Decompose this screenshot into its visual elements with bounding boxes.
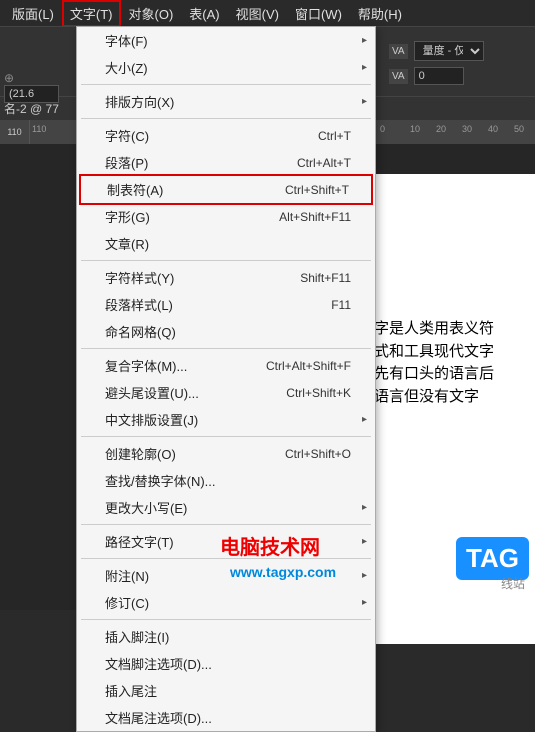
watermark: 电脑技术网 www.tagxp.com [220,531,336,580]
text-line: 式和工具现代文字 [374,341,531,364]
menu-help[interactable]: 帮助(H) [350,0,410,27]
menu-direction[interactable]: 排版方向(X) [77,88,375,115]
menu-kinsoku[interactable]: 避头尾设置(U)...Ctrl+Shift+K [77,379,375,406]
menu-separator [81,118,371,119]
menu-separator [81,260,371,261]
ruler-corner: 110 [0,120,30,144]
menu-glyphs[interactable]: 字形(G)Alt+Shift+F11 [77,203,375,230]
menu-change-case[interactable]: 更改大小写(E) [77,494,375,521]
dimension-input[interactable] [4,85,59,103]
menu-doc-footnote-options[interactable]: 文档脚注选项(D)... [77,650,375,677]
text-menu-dropdown: 字体(F) 大小(Z) 排版方向(X) 字符(C)Ctrl+T 段落(P)Ctr… [76,26,376,732]
measure-select[interactable]: 量度 - 仅 [414,41,484,61]
menu-view[interactable]: 视图(V) [228,0,287,27]
menu-track-changes[interactable]: 修订(C) [77,589,375,616]
menu-object[interactable]: 对象(O) [121,0,182,27]
tag-sub: 线站 [501,575,525,592]
menu-char-styles[interactable]: 字符样式(Y)Shift+F11 [77,264,375,291]
menu-separator [81,348,371,349]
va-icon-1: VA [389,44,408,59]
menu-doc-endnote-options[interactable]: 文档尾注选项(D)... [77,704,375,731]
menu-separator [81,436,371,437]
menu-text[interactable]: 文字(T) [62,0,121,27]
menu-insert-endnote[interactable]: 插入尾注 [77,677,375,704]
menu-table[interactable]: 表(A) [181,0,227,27]
menu-character[interactable]: 字符(C)Ctrl+T [77,122,375,149]
menu-separator [81,619,371,620]
offset-input[interactable] [414,67,464,85]
menu-cjk-layout[interactable]: 中文排版设置(J) [77,406,375,433]
menu-separator [81,524,371,525]
menubar: 版面(L) 文字(T) 对象(O) 表(A) 视图(V) 窗口(W) 帮助(H) [0,0,535,26]
menu-named-grid[interactable]: 命名网格(Q) [77,318,375,345]
menu-para-styles[interactable]: 段落样式(L)F11 [77,291,375,318]
toolbar-left-input[interactable]: ⊕ [4,71,70,103]
menu-size[interactable]: 大小(Z) [77,54,375,81]
va-icon-2: VA [389,69,408,84]
menu-story[interactable]: 文章(R) [77,230,375,257]
menu-font[interactable]: 字体(F) [77,27,375,54]
menu-tabs[interactable]: 制表符(A)Ctrl+Shift+T [79,174,373,205]
text-line: 先有口头的语言后 [374,363,531,386]
menu-layout[interactable]: 版面(L) [4,0,62,27]
tag-badge: TAG [456,537,529,580]
text-line: 语言但没有文字 [374,386,531,409]
menu-find-font[interactable]: 查找/替换字体(N)... [77,467,375,494]
menu-create-outlines[interactable]: 创建轮廓(O)Ctrl+Shift+O [77,440,375,467]
menu-window[interactable]: 窗口(W) [287,0,350,27]
menu-insert-footnote[interactable]: 插入脚注(I) [77,623,375,650]
menu-composite-font[interactable]: 复合字体(M)...Ctrl+Alt+Shift+F [77,352,375,379]
menu-separator [81,84,371,85]
text-line: 字是人类用表义符 [374,318,531,341]
menu-paragraph[interactable]: 段落(P)Ctrl+Alt+T [77,149,375,176]
watermark-url: www.tagxp.com [230,564,336,580]
watermark-title: 电脑技术网 [220,537,320,559]
